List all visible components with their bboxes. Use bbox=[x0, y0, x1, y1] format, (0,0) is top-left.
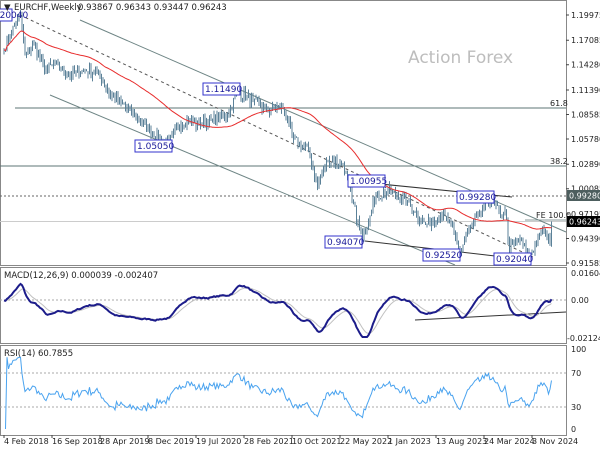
date-tick: 4 Feb 2018 bbox=[4, 437, 49, 446]
chart-canvas: Action Forex 61.8 38.2 FE 100.0 1.20040 … bbox=[0, 0, 600, 446]
swing-label-1-11490: 1.11490 bbox=[205, 85, 242, 95]
date-tick: 22 May 2022 bbox=[340, 437, 392, 446]
ohlc-readout: 0.93867 0.96343 0.93447 0.96243 bbox=[78, 3, 227, 13]
swing-label-0-92520: 0.92520 bbox=[425, 251, 462, 261]
price-tick: 1.19975 bbox=[571, 11, 600, 20]
swing-label-0-94070: 0.94070 bbox=[327, 238, 364, 248]
date-tick: 19 Jul 2020 bbox=[196, 437, 241, 446]
macd-trendline bbox=[414, 311, 567, 321]
rsi-tick: 30 bbox=[571, 403, 581, 412]
date-tick: 3 Nov 2024 bbox=[532, 437, 578, 446]
price-tick: 1.08585 bbox=[571, 110, 600, 119]
price-tick: 1.14280 bbox=[571, 61, 600, 70]
date-tick: 24 Mar 2024 bbox=[484, 437, 535, 446]
price-tick: 1.11390 bbox=[571, 86, 600, 95]
date-axis: 4 Feb 2018 16 Sep 201828 Apr 20198 Dec 20… bbox=[3, 435, 578, 446]
macd-main-line bbox=[3, 282, 553, 338]
price-tick: 1.17085 bbox=[571, 36, 600, 45]
chart-title: EURCHF,Weekly bbox=[14, 3, 82, 13]
fib-61-8-label: 61.8 bbox=[550, 99, 568, 108]
macd-tick: -0.021248 bbox=[567, 334, 600, 343]
price-panel bbox=[0, 0, 567, 266]
rsi-tick: 0 bbox=[571, 425, 576, 434]
price-tick: 0.91585 bbox=[571, 259, 600, 268]
price-axis: 1.19975 1.17085 1.14280 1.11390 1.08585 1.057… bbox=[566, 11, 600, 268]
macd-title: MACD(12,26,9) 0.000039 -0.002407 bbox=[4, 271, 158, 281]
swing-label-0-92040: 0.92040 bbox=[496, 255, 533, 265]
watermark: Action Forex bbox=[408, 48, 513, 68]
rsi-title: RSI(14) 60.7855 bbox=[4, 349, 73, 359]
swing-label-1-05050: 1.05050 bbox=[137, 142, 174, 152]
price-tick: 1.02890 bbox=[571, 160, 600, 169]
swing-label-1-00955: 1.00955 bbox=[350, 177, 387, 187]
lower-channel-line bbox=[49, 94, 456, 266]
date-tick: 8 Dec 2019 bbox=[148, 437, 194, 446]
rsi-tick: 70 bbox=[571, 369, 581, 378]
macd-tick: 0.016046 bbox=[571, 269, 600, 278]
dropdown-arrow-icon[interactable]: ▼ bbox=[4, 3, 11, 13]
price-tick: 1.05780 bbox=[571, 135, 600, 144]
macd-tick: 0.00 bbox=[571, 296, 589, 305]
date-tick: 1 Jan 2023 bbox=[388, 437, 431, 446]
price-tick: 0.94390 bbox=[571, 234, 600, 243]
swing-label-0-99280: 0.99280 bbox=[459, 193, 496, 203]
date-tick: 16 Sep 2018 bbox=[52, 437, 103, 446]
current-price-label: 0.96243 bbox=[569, 218, 600, 227]
rsi-line bbox=[5, 356, 552, 430]
date-tick: 28 Feb 2021 bbox=[244, 437, 294, 446]
date-tick: 13 Aug 2023 bbox=[436, 437, 487, 446]
fib-38-2-label: 38.2 bbox=[550, 157, 568, 166]
marked-price-label: 0.99280 bbox=[569, 192, 600, 201]
date-tick: 10 Oct 2021 bbox=[292, 437, 341, 446]
rsi-tick: 100 bbox=[571, 345, 586, 354]
projection-label: FE 100.0 bbox=[536, 211, 571, 220]
date-tick: 28 Apr 2019 bbox=[100, 437, 149, 446]
